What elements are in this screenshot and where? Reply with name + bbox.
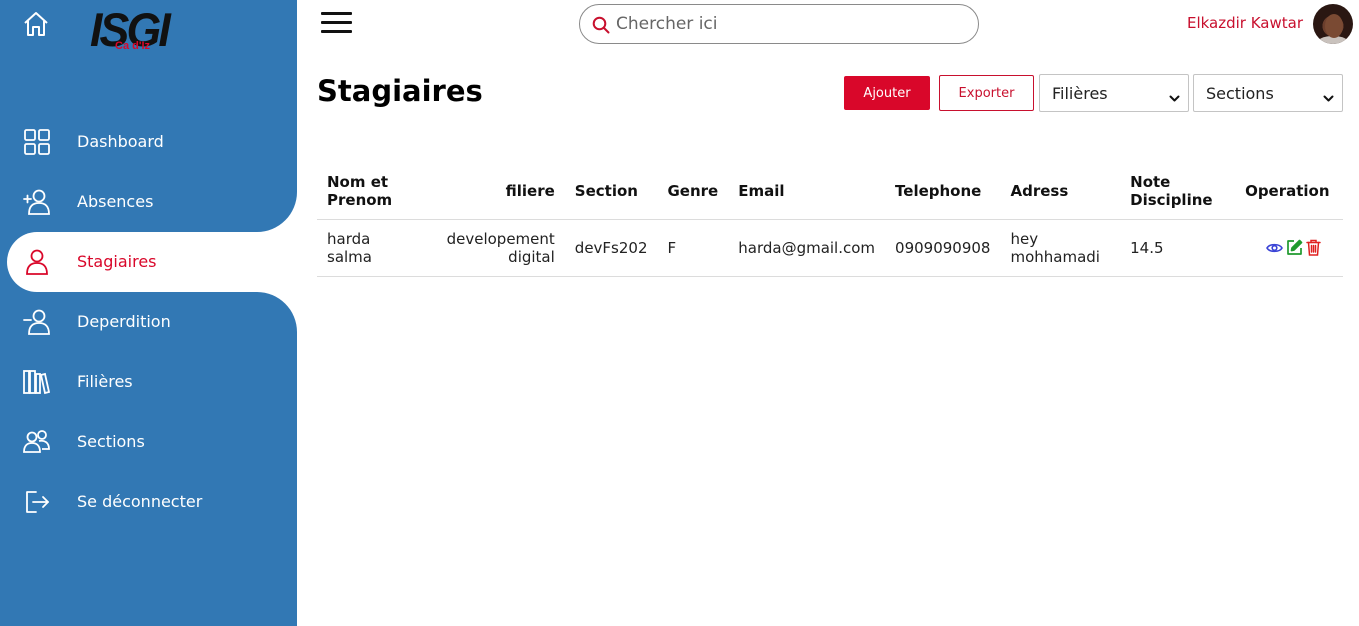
cell-operation xyxy=(1235,219,1343,277)
grid-icon xyxy=(22,127,52,157)
sections-select[interactable]: Sections xyxy=(1193,74,1343,112)
sidebar-item-sections[interactable]: Sections xyxy=(0,412,297,472)
column-header-filiere: filiere xyxy=(426,162,565,220)
sidebar-item-label: Sections xyxy=(77,432,145,451)
export-button[interactable]: Exporter xyxy=(939,75,1034,111)
home-icon[interactable] xyxy=(22,10,50,38)
user-minus-icon xyxy=(22,307,52,337)
table-row: harda salma developement digital devFs20… xyxy=(317,219,1343,277)
library-icon xyxy=(22,367,52,397)
column-header-operation: Operation xyxy=(1235,162,1343,220)
filieres-select-value: Filières xyxy=(1052,84,1108,103)
cell-email: harda@gmail.com xyxy=(728,219,886,277)
sidebar-item-label: Stagiaires xyxy=(77,252,157,271)
cell-adress: hey mohhamadi xyxy=(1000,219,1121,277)
sidebar-menu: Dashboard Absences Stagiaires Deperditio… xyxy=(0,112,297,532)
column-header-section: Section xyxy=(564,162,658,220)
isgi-logo: ISGI Ca d'Iz xyxy=(90,3,200,58)
logout-icon xyxy=(22,487,52,517)
sidebar-item-label: Deperdition xyxy=(77,312,171,331)
chevron-down-icon xyxy=(1169,89,1180,102)
sidebar-item-stagiaires[interactable]: Stagiaires xyxy=(7,232,297,292)
sidebar-item-dashboard[interactable]: Dashboard xyxy=(0,112,297,172)
cell-nom: harda salma xyxy=(317,219,427,277)
stagiaires-table: Nom et Prenom filiere Section Genre Emai… xyxy=(317,162,1343,277)
cell-genre: F xyxy=(657,219,729,277)
user-plus-icon xyxy=(22,187,52,217)
cell-section: devFs202 xyxy=(564,219,658,277)
sidebar-item-deperdition[interactable]: Deperdition xyxy=(0,292,297,352)
search-icon xyxy=(592,16,610,34)
sections-select-value: Sections xyxy=(1206,84,1274,103)
column-header-genre: Genre xyxy=(657,162,729,220)
sidebar-item-filieres[interactable]: Filières xyxy=(0,352,297,412)
column-header-adress: Adress xyxy=(1000,162,1121,220)
sidebar-item-label: Se déconnecter xyxy=(77,492,203,511)
cell-filiere: developement digital xyxy=(426,219,565,277)
table-header-row: Nom et Prenom filiere Section Genre Emai… xyxy=(317,162,1343,220)
search-bar xyxy=(579,4,979,44)
users-icon xyxy=(22,427,52,457)
add-button[interactable]: Ajouter xyxy=(844,76,930,110)
page-title: Stagiaires xyxy=(317,74,483,108)
sidebar-item-label: Absences xyxy=(77,192,154,211)
user-icon xyxy=(22,247,52,277)
filieres-select[interactable]: Filières xyxy=(1039,74,1189,112)
app-root: ISGI Ca d'Iz Dashboard Absences Stagiair… xyxy=(0,0,1359,626)
column-header-nom: Nom et Prenom xyxy=(317,162,427,220)
column-header-note: Note Discipline xyxy=(1120,162,1236,220)
row-actions xyxy=(1245,239,1333,256)
column-header-telephone: Telephone xyxy=(885,162,1001,220)
search-input[interactable] xyxy=(616,7,966,41)
hamburger-menu-icon[interactable] xyxy=(321,12,353,36)
logo-subtext: Ca d'Iz xyxy=(115,40,151,52)
view-eye-icon[interactable] xyxy=(1266,241,1283,255)
avatar[interactable] xyxy=(1313,4,1353,44)
sidebar: ISGI Ca d'Iz Dashboard Absences Stagiair… xyxy=(0,0,297,626)
sidebar-item-label: Dashboard xyxy=(77,132,164,151)
sidebar-item-logout[interactable]: Se déconnecter xyxy=(0,472,297,532)
delete-trash-icon[interactable] xyxy=(1306,239,1321,256)
column-header-email: Email xyxy=(728,162,886,220)
sidebar-item-label: Filières xyxy=(77,372,133,391)
user-name[interactable]: Elkazdir Kawtar xyxy=(1160,14,1303,32)
chevron-down-icon xyxy=(1323,89,1334,102)
cell-telephone: 0909090908 xyxy=(885,219,1001,277)
edit-icon[interactable] xyxy=(1286,239,1303,256)
cell-note: 14.5 xyxy=(1120,219,1236,277)
sidebar-item-absences[interactable]: Absences xyxy=(0,172,297,232)
